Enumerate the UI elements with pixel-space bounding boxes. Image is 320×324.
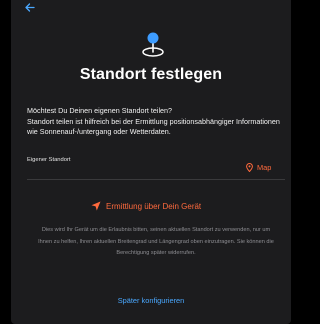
configure-later-button[interactable]: Später konfigurieren (11, 296, 291, 305)
back-button[interactable] (21, 0, 39, 14)
map-label: Map (257, 163, 272, 172)
page-title: Standort festlegen (79, 66, 223, 83)
map-button[interactable]: Map (246, 163, 271, 172)
field-divider (27, 179, 285, 180)
permission-info: Dies wird Ihr Gerät um die Erlaubnis bit… (38, 227, 274, 256)
description-detail: Standort teilen ist hilfreich bei der Er… (27, 116, 280, 137)
screen: Standort festlegen Möchtest Du Deinen ei… (0, 0, 300, 324)
map-pin-icon (246, 163, 253, 172)
description: Möchtest Du Deinen eigenen Standort teil… (27, 106, 285, 138)
arrow-left-icon (25, 2, 35, 12)
navigation-arrow-icon (91, 201, 101, 211)
own-location-label: Eigener Standort (27, 157, 71, 163)
location-pin-icon (142, 32, 164, 57)
location-setup-sheet: Standort festlegen Möchtest Du Deinen ei… (11, 0, 291, 324)
description-question: Möchtest Du Deinen eigenen Standort teil… (27, 106, 173, 115)
locate-via-device-button[interactable]: Ermittlung über Dein Gerät (91, 201, 201, 211)
locate-label: Ermittlung über Dein Gerät (106, 201, 202, 211)
